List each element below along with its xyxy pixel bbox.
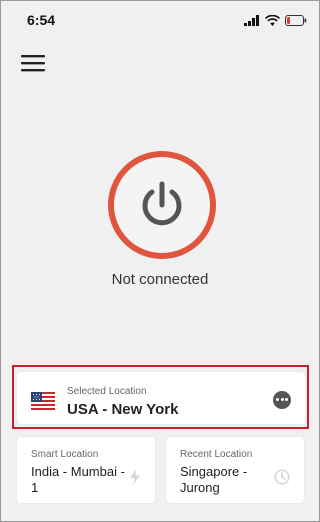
smart-location-label: Smart Location — [31, 449, 99, 460]
more-options-button[interactable] — [273, 391, 291, 409]
more-dot-icon — [280, 398, 284, 401]
smart-location-card[interactable]: Smart Location India - Mumbai - 1 — [17, 437, 155, 503]
recent-location-label: Recent Location — [180, 449, 253, 460]
app-screen: 6:54 Not connected Selected Location USA… — [0, 0, 320, 522]
status-bar: 6:54 — [1, 1, 319, 37]
smart-location-value: India - Mumbai - 1 — [31, 464, 125, 495]
us-flag-icon — [31, 392, 55, 410]
power-icon — [142, 181, 182, 226]
selected-location-label: Selected Location — [67, 386, 147, 397]
power-control — [108, 151, 216, 259]
connection-status: Not connected — [111, 271, 209, 288]
lightning-icon — [130, 469, 140, 485]
power-button[interactable] — [108, 151, 216, 259]
more-dot-icon — [276, 398, 279, 401]
recent-location-card[interactable]: Recent Location Singapore - Jurong — [166, 437, 304, 503]
menu-button[interactable] — [21, 53, 47, 75]
hamburger-menu-icon — [21, 55, 45, 72]
status-time: 6:54 — [27, 12, 56, 28]
status-icons — [244, 13, 307, 27]
wifi-icon — [265, 14, 280, 26]
battery-low-icon — [285, 14, 307, 26]
cellular-signal-icon — [244, 14, 259, 26]
selected-location-value: USA - New York — [67, 401, 179, 418]
more-dot-icon — [285, 398, 288, 401]
selected-location-card[interactable]: Selected Location USA - New York — [17, 372, 305, 424]
clock-icon — [274, 469, 290, 485]
recent-location-value: Singapore - Jurong — [180, 464, 248, 495]
